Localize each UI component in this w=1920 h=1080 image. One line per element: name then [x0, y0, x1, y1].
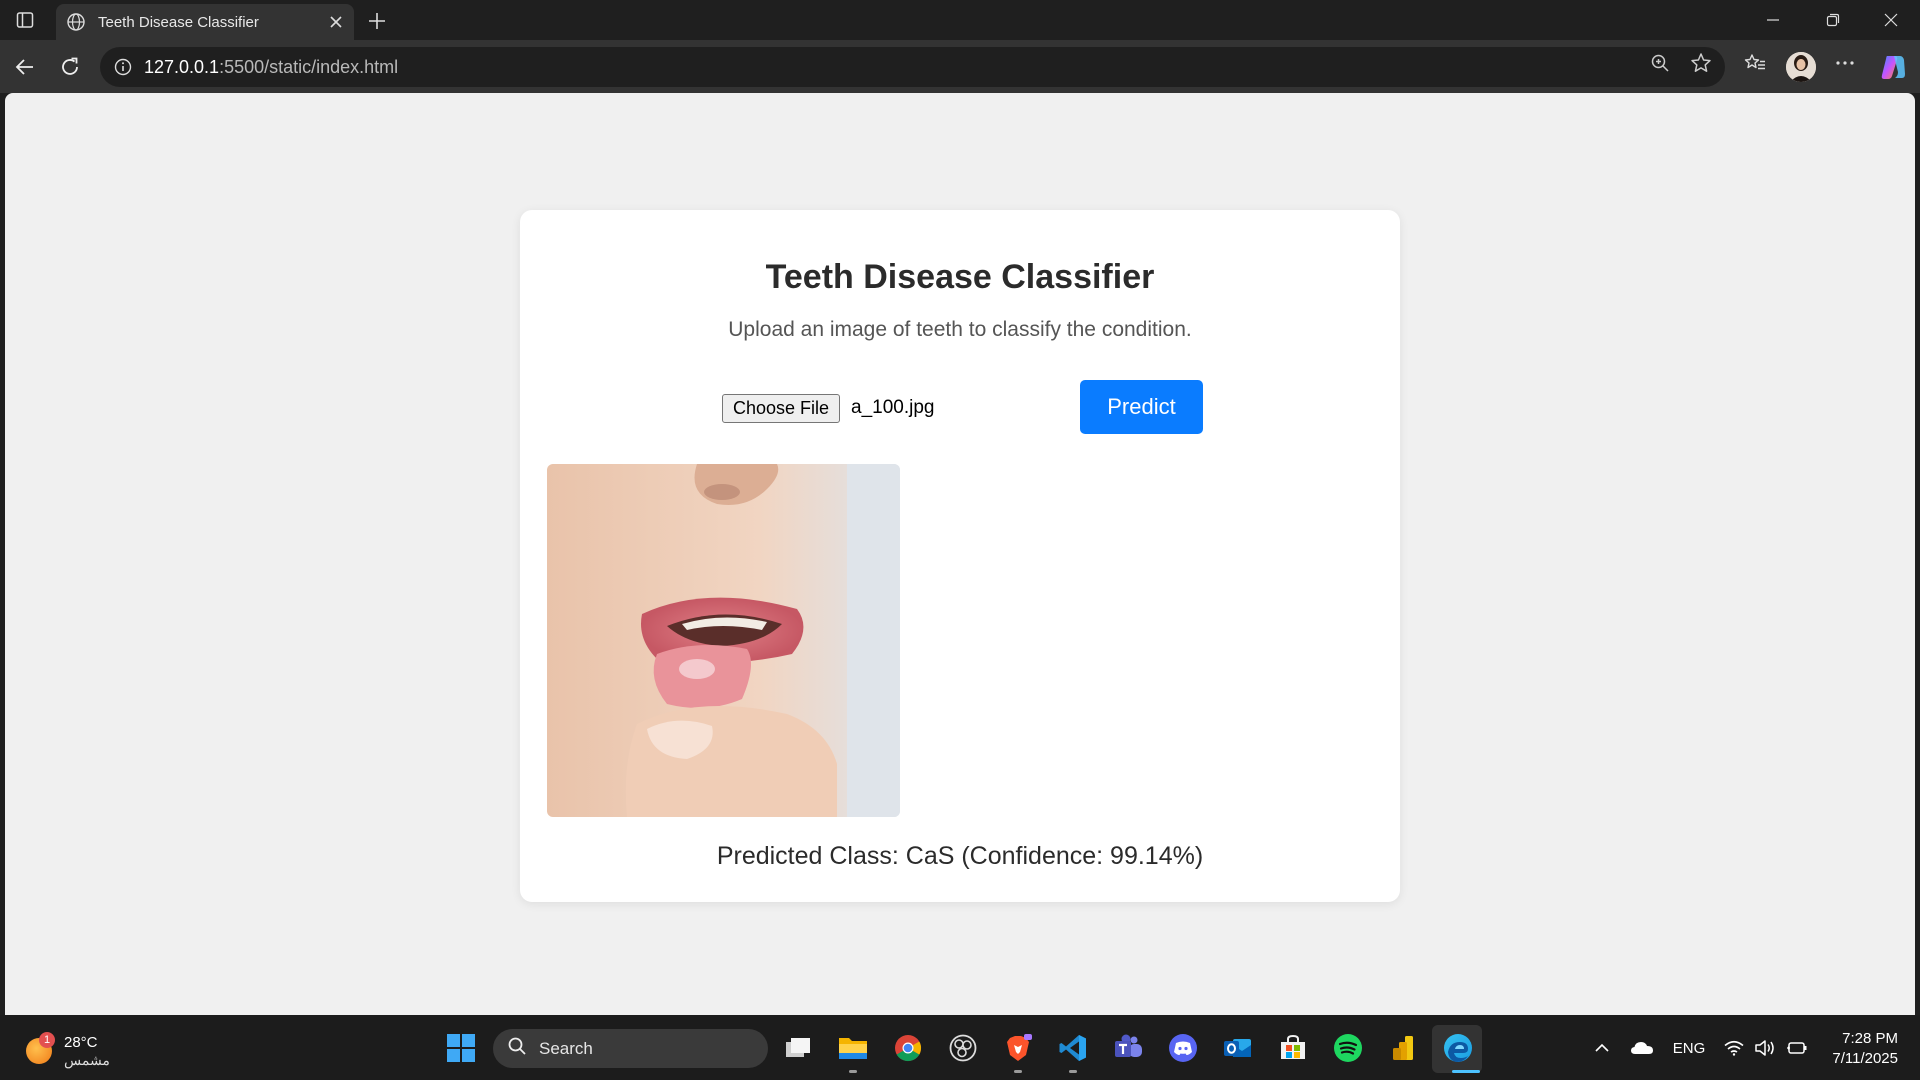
search-label: Search [539, 1038, 593, 1058]
choose-file-button[interactable]: Choose File [722, 394, 841, 423]
spotify-icon[interactable] [1331, 1031, 1365, 1065]
url-text: 127.0.0.1:5500/static/index.html [144, 57, 398, 78]
minimize-icon[interactable] [1744, 0, 1802, 40]
url-host: 127.0.0.1 [144, 56, 220, 77]
powerbi-icon[interactable] [1386, 1031, 1420, 1065]
running-indicator [1014, 1070, 1022, 1073]
url-path: :5500/static/index.html [219, 56, 399, 77]
close-icon[interactable] [328, 14, 344, 30]
brave-icon[interactable] [1001, 1031, 1035, 1065]
prediction-result: Predicted Class: CaS (Confidence: 99.14%… [716, 842, 1204, 870]
address-bar[interactable]: 127.0.0.1:5500/static/index.html [100, 47, 1725, 87]
avatar[interactable] [1786, 52, 1816, 82]
discord-icon[interactable] [1166, 1031, 1200, 1065]
uploaded-image-preview [547, 464, 900, 817]
outlook-icon[interactable] [1221, 1031, 1255, 1065]
star-icon[interactable] [1686, 48, 1716, 78]
tab-title: Teeth Disease Classifier [98, 13, 259, 31]
predict-button[interactable]: Predict [1080, 380, 1203, 434]
copilot-icon[interactable] [1878, 52, 1908, 82]
chevron-up-icon[interactable] [1588, 1035, 1616, 1061]
edge-icon[interactable] [1441, 1031, 1475, 1065]
title-bar: Teeth Disease Classifier [0, 0, 1920, 40]
taskbar-search[interactable]: Search [493, 1029, 768, 1068]
refresh-icon[interactable] [55, 52, 85, 82]
classifier-card: Teeth Disease Classifier Upload an image… [520, 210, 1400, 902]
back-icon[interactable] [10, 52, 40, 82]
teams-icon[interactable] [1111, 1031, 1145, 1065]
taskbar: 1 28°C مشمس Search ENG 7:28 PM 7/11/2025 [0, 1015, 1920, 1080]
page-title: Teeth Disease Classifier [765, 258, 1155, 296]
clock-time: 7:28 PM [1842, 1030, 1898, 1047]
running-indicator [1069, 1070, 1077, 1073]
task-view-icon[interactable] [781, 1031, 815, 1065]
battery-icon[interactable] [1784, 1035, 1810, 1061]
vscode-icon[interactable] [1056, 1031, 1090, 1065]
weather-condition: مشمس [64, 1052, 110, 1068]
favorites-icon[interactable] [1740, 48, 1770, 78]
selected-file-name: a_100.jpg [851, 397, 935, 418]
store-icon[interactable] [1276, 1031, 1310, 1065]
search-icon [507, 1036, 527, 1061]
wifi-icon[interactable] [1722, 1035, 1746, 1061]
volume-icon[interactable] [1752, 1035, 1778, 1061]
active-tab[interactable]: Teeth Disease Classifier [56, 4, 354, 40]
running-indicator [849, 1070, 857, 1073]
chrome-icon[interactable] [891, 1031, 925, 1065]
globe-icon [66, 12, 86, 32]
weather-temp: 28°C [64, 1034, 98, 1051]
restore-icon[interactable] [1804, 0, 1862, 40]
active-indicator [1452, 1070, 1480, 1073]
system-clock[interactable]: 7:28 PM 7/11/2025 [1820, 1029, 1898, 1069]
sidebar-toggle-icon[interactable] [10, 6, 40, 34]
browser-toolbar: 127.0.0.1:5500/static/index.html [0, 40, 1920, 93]
windows-start-icon[interactable] [446, 1033, 476, 1063]
info-icon[interactable] [114, 58, 132, 76]
plus-icon[interactable] [364, 8, 390, 34]
weather-widget[interactable]: 1 28°C مشمس [26, 1029, 146, 1069]
onedrive-icon[interactable] [1627, 1035, 1657, 1061]
page-subtitle: Upload an image of teeth to classify the… [728, 318, 1192, 341]
language-indicator[interactable]: ENG [1668, 1035, 1710, 1061]
more-icon[interactable] [1830, 48, 1860, 78]
page-viewport: Teeth Disease Classifier Upload an image… [5, 93, 1915, 1015]
obs-icon[interactable] [946, 1031, 980, 1065]
file-explorer-icon[interactable] [836, 1031, 870, 1065]
clock-date: 7/11/2025 [1832, 1050, 1898, 1067]
notification-badge: 1 [39, 1032, 55, 1048]
window-close-icon[interactable] [1862, 0, 1920, 40]
zoom-icon[interactable] [1645, 48, 1675, 78]
